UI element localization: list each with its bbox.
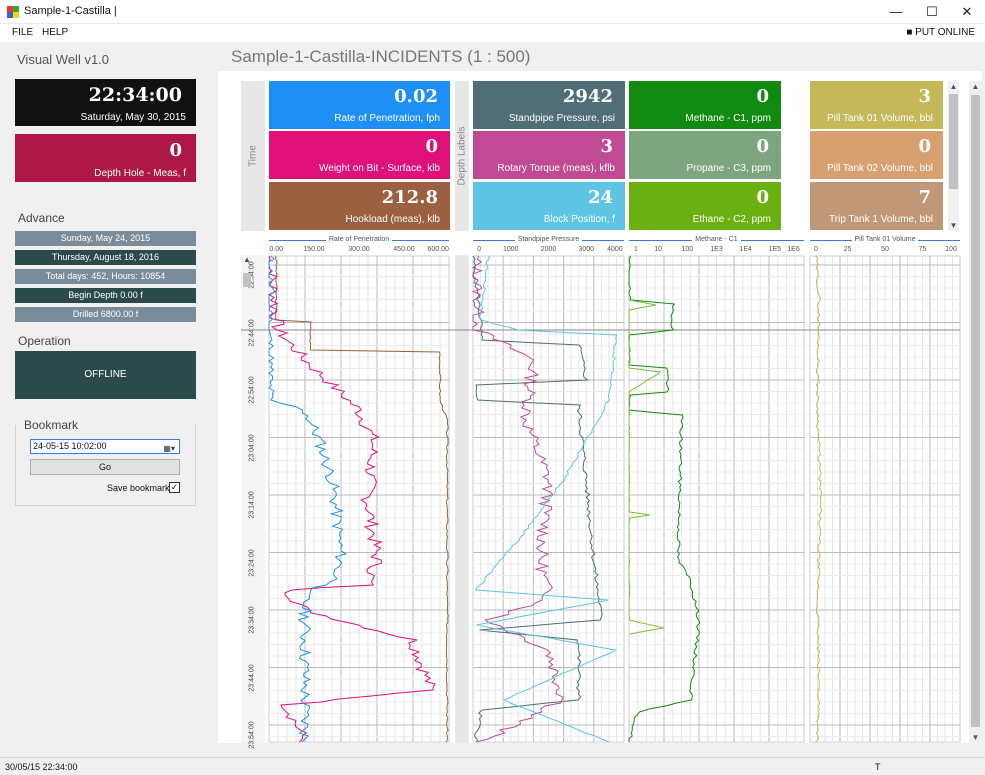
status-time: 30/05/15 22:34:00	[5, 762, 78, 772]
main-scroll-down-icon[interactable]: ▼	[970, 733, 981, 742]
main-scroll-thumb[interactable]	[971, 95, 980, 727]
main-scrollbar[interactable]: ▲ ▼	[969, 81, 982, 743]
status-bar: 30/05/15 22:34:00 T	[0, 757, 985, 775]
log-tracks	[241, 255, 961, 743]
status-mode: T	[875, 762, 881, 772]
main-scroll-up-icon[interactable]: ▲	[970, 82, 981, 91]
